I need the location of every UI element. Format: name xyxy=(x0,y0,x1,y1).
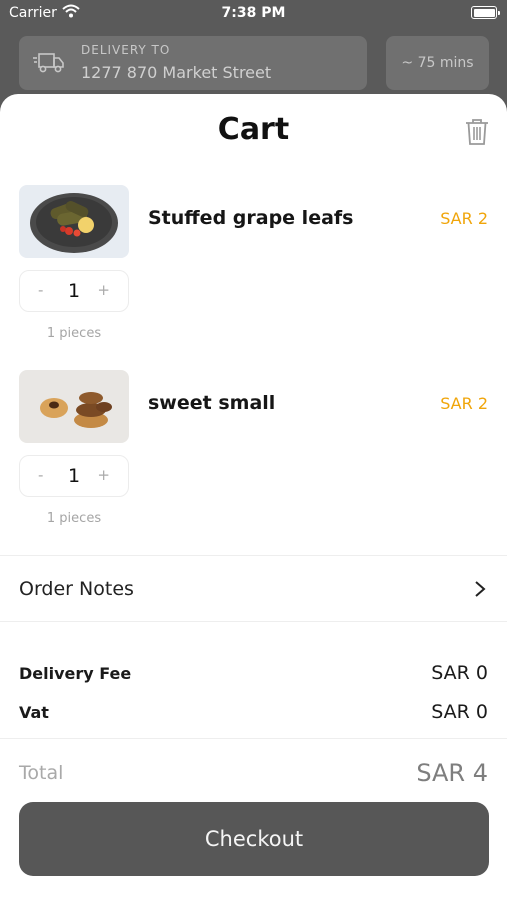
divider xyxy=(0,738,507,739)
delivery-address-selector[interactable]: DELIVERY TO 1277 870 Market Street xyxy=(19,36,367,90)
quantity-value: 1 xyxy=(67,465,81,487)
vat-value: SAR 0 xyxy=(431,701,488,723)
delivery-fee-value: SAR 0 xyxy=(431,662,488,684)
cart-item: sweet small SAR 2 - 1 + 1 pieces xyxy=(0,370,507,550)
item-price: SAR 2 xyxy=(440,209,488,228)
status-time: 7:38 PM xyxy=(221,5,286,21)
delivery-fee-label: Delivery Fee xyxy=(19,664,132,683)
trash-icon[interactable] xyxy=(464,118,490,146)
battery-icon xyxy=(471,6,500,19)
cart-title: Cart xyxy=(217,112,290,147)
quantity-stepper: - 1 + xyxy=(19,455,129,497)
chevron-right-icon xyxy=(475,581,486,597)
vat-label: Vat xyxy=(19,703,49,722)
total-value: SAR 4 xyxy=(416,759,488,787)
checkout-button[interactable]: Checkout xyxy=(19,802,489,876)
item-name: Stuffed grape leafs xyxy=(148,207,354,229)
item-pieces: 1 pieces xyxy=(46,511,102,526)
item-pieces: 1 pieces xyxy=(46,326,102,341)
order-notes-row[interactable]: Order Notes xyxy=(0,556,507,622)
item-name: sweet small xyxy=(148,392,276,414)
divider xyxy=(0,621,507,622)
increment-button[interactable]: + xyxy=(97,466,110,484)
order-notes-label: Order Notes xyxy=(19,578,134,600)
cart-item: Stuffed grape leafs SAR 2 - 1 + 1 pieces xyxy=(0,185,507,365)
truck-icon xyxy=(33,53,64,73)
status-bar: Carrier 7:38 PM xyxy=(0,0,507,28)
quantity-value: 1 xyxy=(67,280,81,302)
increment-button[interactable]: + xyxy=(97,281,110,299)
quantity-stepper: - 1 + xyxy=(19,270,129,312)
delivery-to-label: DELIVERY TO xyxy=(81,43,171,57)
cart-sheet: Cart Stuffed grape leafs SAR 2 - 1 + 1 p… xyxy=(0,94,507,900)
item-price: SAR 2 xyxy=(440,394,488,413)
eta-badge: ~ 75 mins xyxy=(386,36,489,90)
item-image-grape-leafs xyxy=(19,185,129,258)
delivery-address: 1277 870 Market Street xyxy=(81,63,272,82)
total-label: Total xyxy=(19,762,64,784)
item-image-sweet-small xyxy=(19,370,129,443)
